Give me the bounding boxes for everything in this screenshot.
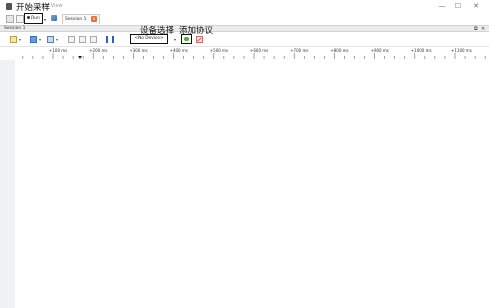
- annotation-device-select: 设备选择: [140, 26, 175, 36]
- open-dropdown-icon[interactable]: ▾: [19, 37, 21, 42]
- trigger-marker-icon[interactable]: [78, 56, 82, 59]
- session-header: Session 1 ⧉ ✕: [0, 25, 489, 32]
- ruler-tick-label: +500 ms: [210, 48, 228, 53]
- open-icon[interactable]: [10, 36, 17, 43]
- ruler-tick-label: +800 ms: [330, 48, 348, 53]
- ruler-tick-label: +100 ms: [49, 48, 67, 53]
- zoom-out-icon[interactable]: [79, 36, 86, 43]
- protocol-decoder-icon: [184, 37, 189, 41]
- session-tab-label: Session 1: [65, 17, 87, 22]
- ruler-tick-label: +700 ms: [290, 48, 308, 53]
- app-window: Pulse View — ☐ ✕ Run ▾ Session 1 x Sessi…: [0, 0, 489, 308]
- run-label: Run: [31, 16, 40, 21]
- zoom-fit-icon[interactable]: [90, 36, 97, 43]
- top-toolbar: Run ▾ Session 1 x: [0, 12, 489, 25]
- trace-header-gutter: [0, 60, 15, 308]
- ruler-tick-label: +1000 ms: [411, 48, 432, 53]
- device-select-label: <No Device>: [134, 36, 164, 41]
- save-dropdown-icon[interactable]: ▾: [39, 37, 41, 42]
- app-logo-icon: [6, 3, 12, 10]
- ruler-tick-label: +200 ms: [89, 48, 107, 53]
- add-math-signal-icon[interactable]: [196, 36, 203, 43]
- tab-close-icon[interactable]: x: [90, 15, 97, 22]
- run-button[interactable]: Run: [24, 13, 43, 24]
- close-button[interactable]: ✕: [471, 2, 481, 10]
- minimize-button[interactable]: —: [437, 2, 447, 10]
- cursor-icon[interactable]: [106, 36, 114, 43]
- time-ruler[interactable]: +100 ms +200 ms +300 ms +400 ms +500 ms +600 …: [0, 47, 489, 60]
- ruler-tick-label: +900 ms: [371, 48, 389, 53]
- export-icon[interactable]: [47, 36, 54, 43]
- settings-icon[interactable]: [51, 15, 57, 21]
- ruler-tick-label: +300 ms: [129, 48, 147, 53]
- open-file-icon[interactable]: [6, 15, 14, 23]
- run-dropdown-icon[interactable]: ▾: [44, 17, 46, 22]
- ruler-tick-label: +400 ms: [170, 48, 188, 53]
- main-toolbar: ▾ ▾ ▾ <No Device> ▾: [0, 32, 489, 47]
- trace-view[interactable]: [15, 60, 489, 308]
- new-session-icon[interactable]: [16, 15, 24, 23]
- ruler-scale: +100 ms +200 ms +300 ms +400 ms +500 ms +600 …: [22, 48, 486, 59]
- annotation-add-protocol: 添加协议: [179, 26, 214, 36]
- annotation-start-sampling: 开始采样: [16, 3, 51, 13]
- device-dropdown-icon[interactable]: ▾: [174, 37, 176, 42]
- ruler-tick-label: +1100 ms: [451, 48, 472, 53]
- maximize-button[interactable]: ☐: [453, 2, 463, 10]
- ruler-tick-label: +600 ms: [250, 48, 268, 53]
- save-icon[interactable]: [30, 36, 37, 43]
- tab-session-1[interactable]: Session 1 x: [62, 14, 100, 24]
- run-icon: [27, 16, 31, 19]
- title-bar: Pulse View — ☐ ✕: [0, 0, 489, 12]
- export-dropdown-icon[interactable]: ▾: [56, 37, 58, 42]
- zoom-in-icon[interactable]: [68, 36, 75, 43]
